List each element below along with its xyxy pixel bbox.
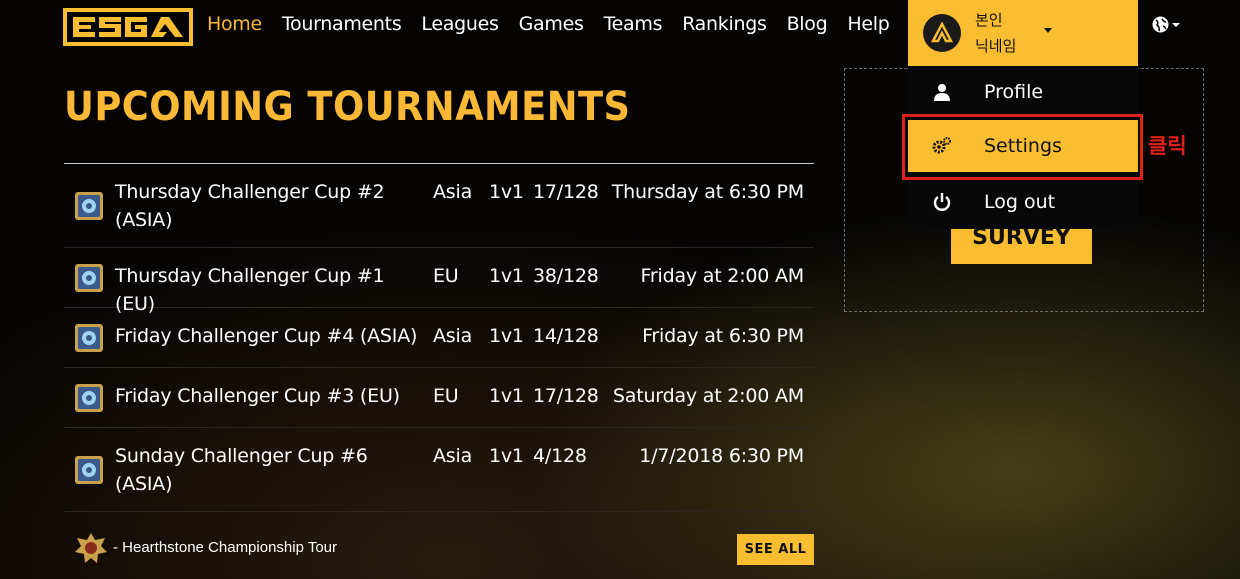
avatar-logo-icon	[923, 14, 961, 52]
tournament-date: Saturday at 2:00 AM	[612, 385, 804, 407]
user-name-line2: 닉네임	[975, 37, 1017, 55]
tournament-mode: 1v1	[489, 385, 524, 407]
nav-teams[interactable]: Teams	[604, 13, 663, 35]
table-row[interactable]: Friday Challenger Cup #4 (ASIA) Asia 1v1…	[64, 308, 814, 368]
tournament-slots: 17/128	[533, 181, 599, 203]
main-nav: Home Tournaments Leagues Games Teams Ran…	[207, 13, 910, 35]
hearthstone-icon	[75, 192, 103, 220]
chevron-down-icon	[1172, 22, 1180, 27]
nav-leagues[interactable]: Leagues	[421, 13, 498, 35]
table-row[interactable]: Thursday Challenger Cup #1 (EU) EU 1v1 3…	[64, 248, 814, 315]
tournament-mode: 1v1	[489, 181, 524, 203]
tournament-mode: 1v1	[489, 445, 524, 467]
chevron-down-icon	[1044, 28, 1052, 33]
see-all-button[interactable]: SEE ALL	[737, 534, 814, 565]
menu-item-logout[interactable]: Log out	[908, 176, 1138, 228]
language-selector[interactable]	[1152, 16, 1180, 33]
table-row[interactable]: Sunday Challenger Cup #6 (ASIA) Asia 1v1…	[64, 428, 814, 512]
tournament-slots: 4/128	[533, 445, 587, 467]
nav-tournaments[interactable]: Tournaments	[282, 13, 402, 35]
tournament-name[interactable]: Friday Challenger Cup #4 (ASIA)	[115, 322, 425, 350]
tournament-list: Thursday Challenger Cup #2 (ASIA) Asia 1…	[64, 164, 814, 512]
nav-help[interactable]: Help	[847, 13, 889, 35]
series-label: - Hearthstone Championship Tour	[113, 539, 338, 556]
tournament-slots: 17/128	[533, 385, 599, 407]
globe-icon	[1152, 16, 1169, 33]
tournament-region: Asia	[433, 181, 473, 203]
tournament-region: Asia	[433, 325, 473, 347]
menu-item-label: Profile	[984, 81, 1044, 103]
nav-home[interactable]: Home	[207, 13, 262, 35]
power-icon	[933, 193, 951, 211]
hearthstone-icon	[75, 324, 103, 352]
tournament-date: Friday at 2:00 AM	[640, 265, 805, 287]
menu-item-label: Log out	[984, 191, 1056, 213]
tournament-region: Asia	[433, 445, 473, 467]
tournament-slots: 14/128	[533, 325, 599, 347]
user-menu-button[interactable]: 본인 닉네임	[908, 0, 1138, 66]
esga-logo[interactable]	[63, 8, 193, 46]
user-name: 본인 닉네임	[975, 7, 1016, 59]
hct-logo-icon	[75, 533, 107, 563]
tournament-name[interactable]: Thursday Challenger Cup #2 (ASIA)	[115, 178, 425, 234]
tournament-date: 1/7/2018 6:30 PM	[639, 445, 804, 467]
tournament-name[interactable]: Sunday Challenger Cup #6 (ASIA)	[115, 442, 425, 498]
nav-games[interactable]: Games	[519, 13, 584, 35]
tournament-mode: 1v1	[489, 265, 524, 287]
click-annotation: 클릭	[1148, 134, 1187, 158]
nav-rankings[interactable]: Rankings	[682, 13, 767, 35]
tournament-date: Friday at 6:30 PM	[642, 325, 804, 347]
tournament-slots: 38/128	[533, 265, 599, 287]
tournament-region: EU	[433, 385, 459, 407]
tournament-mode: 1v1	[489, 325, 524, 347]
user-name-line1: 본인	[975, 11, 1003, 29]
table-row[interactable]: Friday Challenger Cup #3 (EU) EU 1v1 17/…	[64, 368, 814, 428]
tournament-region: EU	[433, 265, 459, 287]
tournament-name[interactable]: Friday Challenger Cup #3 (EU)	[115, 382, 425, 410]
tournament-date: Thursday at 6:30 PM	[611, 181, 804, 203]
menu-item-profile[interactable]: Profile	[908, 66, 1138, 118]
hearthstone-icon	[75, 456, 103, 484]
nav-blog[interactable]: Blog	[787, 13, 828, 35]
table-row[interactable]: Thursday Challenger Cup #2 (ASIA) Asia 1…	[64, 164, 814, 248]
hearthstone-icon	[75, 264, 103, 292]
click-highlight-box	[902, 114, 1143, 180]
page-title: UPCOMING TOURNAMENTS	[64, 84, 631, 130]
user-icon	[934, 84, 950, 101]
hearthstone-icon	[75, 384, 103, 412]
